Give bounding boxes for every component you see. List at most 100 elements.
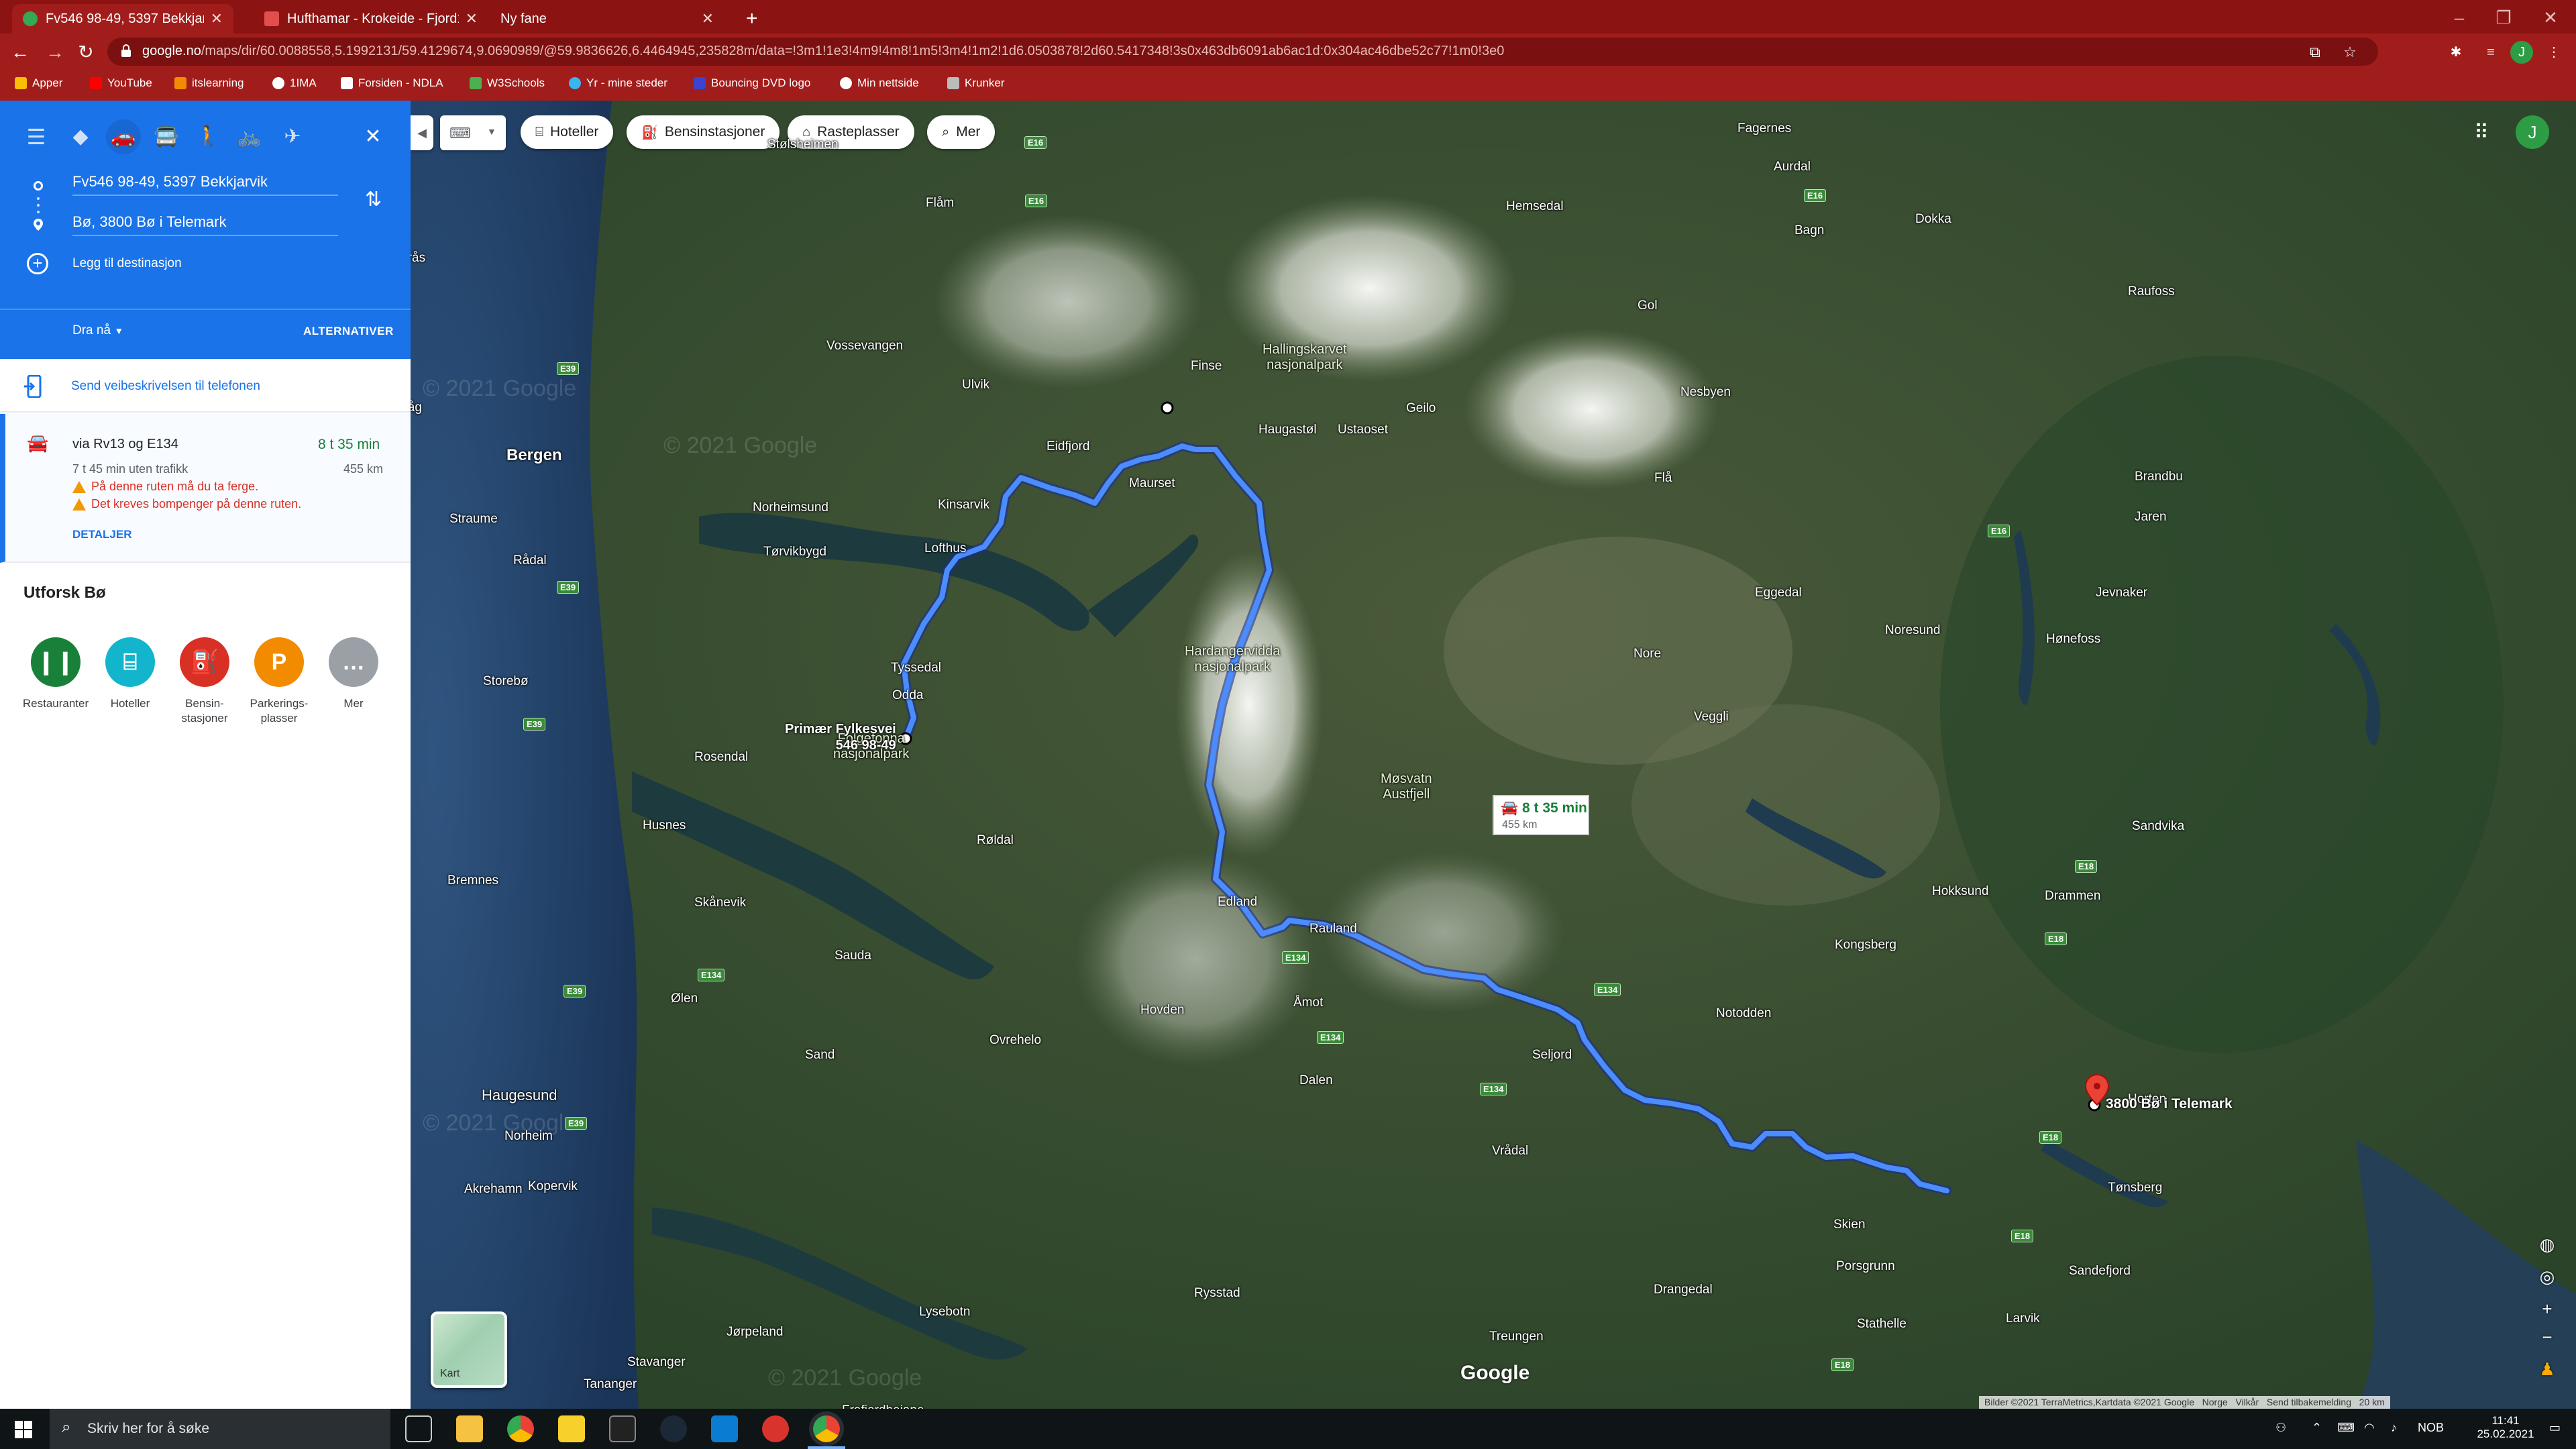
notifications-icon[interactable]: ▭ bbox=[2549, 1421, 2561, 1435]
map-layer-toggle[interactable]: Kart bbox=[431, 1311, 507, 1388]
window-close-icon[interactable]: ✕ bbox=[2538, 5, 2563, 30]
terms-link[interactable]: Vilkår bbox=[2235, 1397, 2259, 1407]
place-label[interactable]: Maurset bbox=[1129, 476, 1175, 491]
alternatives-button[interactable]: ALTERNATIVER bbox=[303, 325, 394, 338]
place-label[interactable]: Frafjordheiane bbox=[842, 1403, 924, 1409]
place-label[interactable]: Kinsarvik bbox=[938, 498, 989, 513]
place-label[interactable]: Skånevik bbox=[694, 896, 746, 910]
place-label[interactable]: Brandbu bbox=[2135, 470, 2183, 484]
trip-info-callout[interactable]: 🚘 8 t 35 min 455 km bbox=[1493, 795, 1589, 835]
place-label[interactable]: Treungen bbox=[1489, 1330, 1544, 1344]
place-label[interactable]: Gol bbox=[1638, 299, 1658, 313]
place-label[interactable]: Odda bbox=[892, 688, 923, 703]
place-label[interactable]: Lysebotn bbox=[919, 1305, 970, 1320]
close-tab-icon[interactable]: ✕ bbox=[211, 10, 223, 28]
attribution-country[interactable]: Norge bbox=[2202, 1397, 2228, 1407]
category-hotels[interactable]: ⌸ Hoteller bbox=[93, 637, 167, 711]
place-label[interactable]: Nore bbox=[1633, 647, 1661, 661]
place-label[interactable]: Åmot bbox=[1293, 996, 1323, 1010]
taskbar-search[interactable]: ⌕ Skriv her for å søke bbox=[50, 1409, 390, 1449]
back-arrow-icon[interactable]: ← bbox=[7, 39, 34, 66]
place-label[interactable]: Drammen bbox=[2045, 889, 2100, 904]
place-label[interactable]: Vossevangen bbox=[826, 339, 903, 354]
place-label[interactable]: Aurdal bbox=[1774, 160, 1811, 174]
volume-icon[interactable]: ♪ bbox=[2391, 1421, 2397, 1435]
place-label[interactable]: Ustaoset bbox=[1338, 423, 1388, 437]
place-label[interactable]: Rådal bbox=[513, 553, 547, 568]
profile-avatar[interactable]: J bbox=[2510, 41, 2533, 64]
place-label[interactable]: Dokka bbox=[1915, 212, 1951, 227]
chrome-icon[interactable] bbox=[507, 1415, 534, 1442]
network-icon[interactable]: ⌨ bbox=[2337, 1421, 2355, 1435]
place-label[interactable]: Nesbyen bbox=[1680, 385, 1731, 400]
bookmark-1ima[interactable]: 1IMA bbox=[272, 76, 317, 90]
place-label[interactable]: Eidfjord bbox=[1046, 439, 1089, 454]
input-tools-button[interactable]: ⌨ ▼ bbox=[440, 115, 506, 150]
place-label[interactable]: Arås bbox=[411, 251, 425, 266]
place-label[interactable]: Hokksund bbox=[1932, 884, 1989, 899]
globe-view-icon[interactable]: ◍ bbox=[2536, 1233, 2559, 1256]
app-icon[interactable] bbox=[762, 1415, 789, 1442]
place-label[interactable]: Stavanger bbox=[627, 1355, 686, 1370]
steam-icon[interactable] bbox=[660, 1415, 687, 1442]
collapse-panel-icon[interactable]: ◀ bbox=[411, 115, 433, 150]
place-label[interactable]: Sand bbox=[805, 1048, 835, 1063]
place-label[interactable]: Husnes bbox=[643, 818, 686, 833]
place-label[interactable]: Stathelle bbox=[1857, 1317, 1907, 1332]
place-label[interactable]: Notodden bbox=[1716, 1006, 1771, 1021]
place-label[interactable]: Norheimsund bbox=[753, 500, 828, 515]
more-menu-icon[interactable]: ⋮ bbox=[2542, 41, 2565, 64]
people-icon[interactable]: ⚇ bbox=[2275, 1421, 2286, 1435]
maximize-icon[interactable]: ❐ bbox=[2491, 5, 2516, 30]
address-bar[interactable]: google.no/maps/dir/60.0088558,5.1992131/… bbox=[107, 38, 2378, 66]
car-mode-icon[interactable]: 🚗 bbox=[106, 119, 141, 154]
place-label[interactable]: Hønefoss bbox=[2046, 632, 2100, 647]
bike-mode-icon[interactable]: 🚲 bbox=[232, 119, 267, 154]
bookmark-itslearning[interactable]: itslearning bbox=[174, 76, 244, 90]
tray-chevron-icon[interactable]: ⌃ bbox=[2312, 1421, 2322, 1435]
place-label[interactable]: Blomvåg bbox=[411, 400, 422, 415]
place-label[interactable]: Ølen bbox=[671, 991, 698, 1006]
chip-hotels[interactable]: ⌸ Hoteller bbox=[521, 115, 614, 149]
reload-icon[interactable]: ↻ bbox=[72, 39, 99, 66]
send-to-phone-row[interactable]: Send veibeskrivelsen til telefonen bbox=[0, 359, 411, 413]
bookmark-ndla[interactable]: Forsiden - NDLA bbox=[341, 76, 443, 90]
close-directions-icon[interactable]: ✕ bbox=[356, 119, 390, 154]
place-label[interactable]: Veggli bbox=[1694, 710, 1729, 724]
bookmark-w3schools[interactable]: W3Schools bbox=[470, 76, 545, 90]
tab-new[interactable]: Ny fane ✕ bbox=[490, 4, 724, 34]
install-app-icon[interactable]: ⧉ bbox=[2306, 44, 2324, 61]
place-label[interactable]: Akrehamn bbox=[464, 1182, 523, 1197]
destination-input[interactable]: Bø, 3800 Bø i Telemark bbox=[72, 213, 226, 231]
destination-label[interactable]: 3800 Bø i Telemark bbox=[2106, 1096, 2233, 1112]
origin-input[interactable]: Fv546 98-49, 5397 Bekkjarvik bbox=[72, 173, 268, 191]
transit-mode-icon[interactable]: 🚍 bbox=[149, 119, 184, 154]
place-label[interactable]: Flåm bbox=[926, 196, 954, 211]
bookmark-apps[interactable]: Apper bbox=[15, 76, 62, 90]
place-label[interactable]: Noresund bbox=[1885, 623, 1940, 638]
place-label[interactable]: Norheim bbox=[504, 1129, 553, 1144]
place-label[interactable]: Drangedal bbox=[1654, 1283, 1713, 1297]
place-label[interactable]: Jaren bbox=[2135, 510, 2167, 525]
chip-more[interactable]: ⌕ Mer bbox=[927, 115, 996, 149]
place-label[interactable]: Larvik bbox=[2006, 1311, 2040, 1326]
origin-label[interactable]: Primær Fylkesvei 546 98-49 bbox=[785, 721, 896, 753]
bookmark-dvd[interactable]: Bouncing DVD logo bbox=[694, 76, 810, 90]
clock[interactable]: 11:41 25.02.2021 bbox=[2475, 1414, 2536, 1441]
place-label[interactable]: Storebø bbox=[483, 674, 529, 689]
place-label[interactable]: Jørpeland bbox=[727, 1325, 784, 1340]
minimize-icon[interactable]: – bbox=[2447, 5, 2471, 30]
epic-games-icon[interactable] bbox=[609, 1415, 636, 1442]
chrome-active-icon[interactable] bbox=[813, 1415, 840, 1442]
category-gas-stations[interactable]: ⛽ Bensin- stasjoner bbox=[168, 637, 241, 726]
place-label[interactable]: Sandefjord bbox=[2069, 1264, 2131, 1279]
place-label[interactable]: Hardangervidda nasjonalpark bbox=[1185, 644, 1280, 675]
place-label[interactable]: Dalen bbox=[1299, 1073, 1333, 1088]
new-tab-button[interactable]: + bbox=[735, 4, 769, 34]
forward-arrow-icon[interactable]: → bbox=[42, 39, 68, 66]
place-label[interactable]: Røldal bbox=[977, 833, 1014, 848]
place-label[interactable]: Ulvik bbox=[962, 378, 989, 392]
place-label[interactable]: Rosendal bbox=[694, 750, 748, 765]
place-label[interactable]: Hovden bbox=[1140, 1003, 1185, 1018]
place-label[interactable]: Haugastøl bbox=[1258, 423, 1317, 437]
